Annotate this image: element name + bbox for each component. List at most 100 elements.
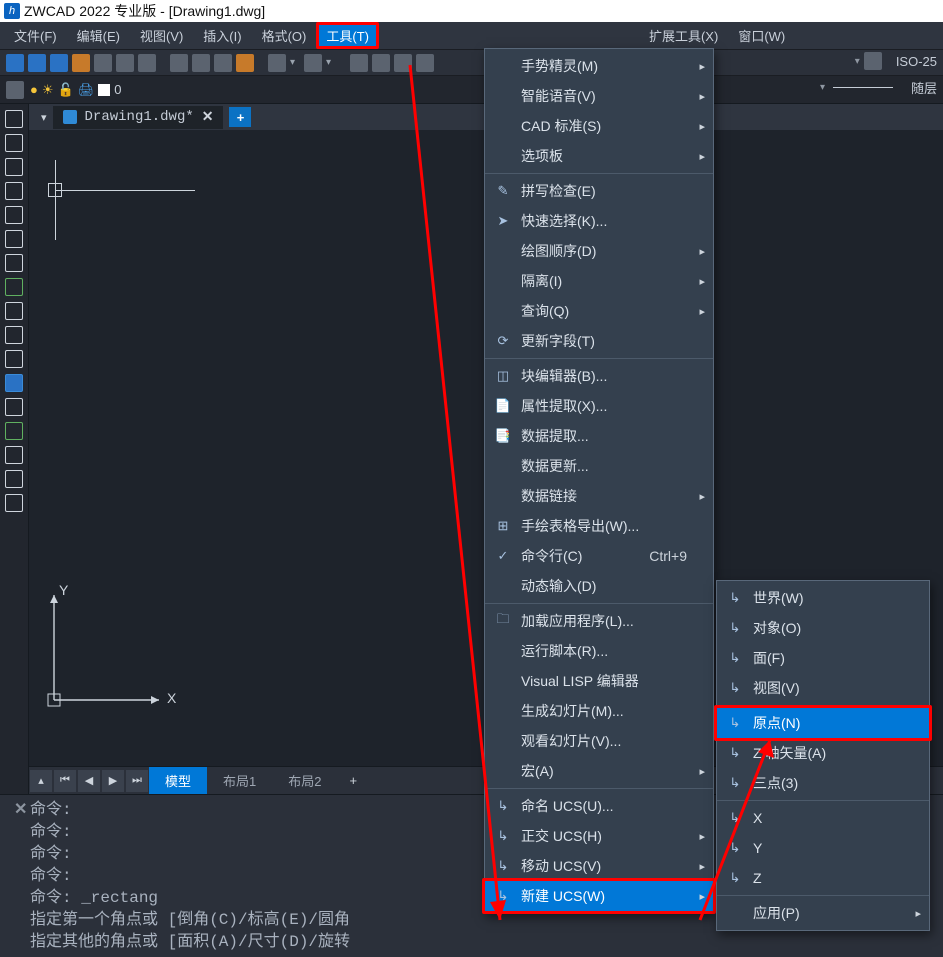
zoomwin-icon[interactable]: [394, 54, 412, 72]
zoom-icon[interactable]: [372, 54, 390, 72]
mi-ucs-face[interactable]: ↳面(F): [717, 643, 929, 673]
redo-dropdown-icon[interactable]: ▾: [326, 57, 336, 68]
mi-namedUCS[interactable]: ↳命名 UCS(U)...: [485, 791, 713, 821]
mi-ucs-origin[interactable]: ↳原点(N): [717, 708, 929, 738]
mi-draworder[interactable]: 绘图顺序(D)▸: [485, 236, 713, 266]
point-icon[interactable]: [5, 398, 23, 416]
matchprop-icon[interactable]: [236, 54, 254, 72]
mi-ucs-three[interactable]: ↳三点(3): [717, 768, 929, 798]
close-tab-icon[interactable]: ✕: [202, 109, 214, 126]
mi-loadapp[interactable]: 🗀加载应用程序(L)...: [485, 606, 713, 636]
mi-attrext[interactable]: 📄属性提取(X)...: [485, 391, 713, 421]
grid-icon[interactable]: [5, 494, 23, 512]
pan-icon[interactable]: [350, 54, 368, 72]
preview-icon[interactable]: [116, 54, 134, 72]
mi-tableexport[interactable]: ⊞手绘表格导出(W)...: [485, 511, 713, 541]
ellipsearc-icon[interactable]: [5, 326, 23, 344]
mi-ucs-world[interactable]: ↳世界(W): [717, 583, 929, 613]
mi-vlisp[interactable]: Visual LISP 编辑器: [485, 666, 713, 696]
mi-updatefield[interactable]: ⟳更新字段(T): [485, 326, 713, 356]
undo-icon[interactable]: [268, 54, 286, 72]
sheet-nav-minimize[interactable]: ▴: [30, 770, 52, 792]
menu-tools[interactable]: 工具(T): [316, 22, 379, 49]
ellipse-icon[interactable]: [5, 254, 23, 272]
mi-macro[interactable]: 宏(A)▸: [485, 756, 713, 786]
line-icon[interactable]: [5, 110, 23, 128]
mi-cadstd[interactable]: CAD 标准(S)▸: [485, 111, 713, 141]
mi-dyninput[interactable]: 动态输入(D): [485, 571, 713, 601]
mi-dataupd[interactable]: 数据更新...: [485, 451, 713, 481]
cmd-close-icon[interactable]: ✕: [14, 799, 27, 819]
redo-icon[interactable]: [304, 54, 322, 72]
publish-icon[interactable]: [138, 54, 156, 72]
saveas-icon[interactable]: [72, 54, 90, 72]
mi-ucs-object[interactable]: ↳对象(O): [717, 613, 929, 643]
copy-icon[interactable]: [192, 54, 210, 72]
document-tab[interactable]: Drawing1.dwg* ✕: [53, 106, 224, 129]
mi-moveUCS[interactable]: ↳移动 UCS(V)▸: [485, 851, 713, 881]
spline-icon[interactable]: [5, 302, 23, 320]
mi-newUCS[interactable]: ↳新建 UCS(W)▸: [485, 881, 713, 911]
mi-palettes[interactable]: 选项板▸: [485, 141, 713, 171]
cut-icon[interactable]: [170, 54, 188, 72]
menu-edit[interactable]: 编辑(E): [67, 22, 130, 49]
mi-runscript[interactable]: 运行脚本(R)...: [485, 636, 713, 666]
mi-isolate[interactable]: 隔离(I)▸: [485, 266, 713, 296]
mi-viewslide[interactable]: 观看幻灯片(V)...: [485, 726, 713, 756]
menu-extend[interactable]: 扩展工具(X): [639, 22, 728, 49]
table-icon[interactable]: [5, 446, 23, 464]
sheet-nav-last[interactable]: ⏭: [126, 770, 148, 792]
mi-ucs-apply[interactable]: 应用(P)▸: [717, 898, 929, 928]
zoomprev-icon[interactable]: [416, 54, 434, 72]
new-icon[interactable]: [6, 54, 24, 72]
circle-icon[interactable]: [5, 158, 23, 176]
undo-dropdown-icon[interactable]: ▾: [290, 57, 300, 68]
print-icon[interactable]: [94, 54, 112, 72]
polygon-icon[interactable]: [5, 182, 23, 200]
new-tab-button[interactable]: +: [229, 107, 251, 127]
sheet-tab-model[interactable]: 模型: [149, 767, 207, 794]
sheet-nav-first[interactable]: ⏮: [54, 770, 76, 792]
hatch-icon[interactable]: [5, 374, 23, 392]
dimstyle-dropdown[interactable]: ▾ ISO-25: [855, 52, 937, 70]
sheet-nav-next[interactable]: ▶: [102, 770, 124, 792]
mi-spell[interactable]: ✎拼写检查(E): [485, 176, 713, 206]
polyline-icon[interactable]: [5, 134, 23, 152]
mi-ucs-zaxis[interactable]: ↳Z 轴矢量(A): [717, 738, 929, 768]
layer-manager-icon[interactable]: [6, 81, 24, 99]
menu-window[interactable]: 窗口(W): [728, 22, 795, 49]
mtext-icon[interactable]: [5, 470, 23, 488]
block-icon[interactable]: [5, 350, 23, 368]
paste-icon[interactable]: [214, 54, 232, 72]
menu-view[interactable]: 视图(V): [130, 22, 193, 49]
mi-mkslide[interactable]: 生成幻灯片(M)...: [485, 696, 713, 726]
revcloud-icon[interactable]: [5, 278, 23, 296]
region-icon[interactable]: [5, 422, 23, 440]
mi-ucs-view[interactable]: ↳视图(V): [717, 673, 929, 703]
mi-blockedit[interactable]: ◫块编辑器(B)...: [485, 361, 713, 391]
mi-dataext[interactable]: 📑数据提取...: [485, 421, 713, 451]
menu-format[interactable]: 格式(O): [252, 22, 317, 49]
sheet-tab-layout1[interactable]: 布局1: [207, 767, 272, 794]
layer-dropdown[interactable]: ● ☀ 🔓 🖨 0: [30, 82, 121, 98]
mi-datalink[interactable]: 数据链接▸: [485, 481, 713, 511]
sheet-tab-layout2[interactable]: 布局2: [272, 767, 337, 794]
linetype-dropdown[interactable]: ▾ 随层: [820, 78, 937, 97]
menu-insert[interactable]: 插入(I): [193, 22, 251, 49]
save-icon[interactable]: [50, 54, 68, 72]
mi-ucs-z[interactable]: ↳Z: [717, 863, 929, 893]
mi-voice[interactable]: 智能语音(V)▸: [485, 81, 713, 111]
mi-inquiry[interactable]: 查询(Q)▸: [485, 296, 713, 326]
mi-ucs-y[interactable]: ↳Y: [717, 833, 929, 863]
open-icon[interactable]: [28, 54, 46, 72]
mi-qselect[interactable]: ➤快速选择(K)...: [485, 206, 713, 236]
tab-dropdown-icon[interactable]: ▾: [35, 111, 53, 124]
menu-file[interactable]: 文件(F): [4, 22, 67, 49]
mi-orthoUCS[interactable]: ↳正交 UCS(H)▸: [485, 821, 713, 851]
add-layout-button[interactable]: +: [337, 769, 369, 792]
mi-ucs-x[interactable]: ↳X: [717, 803, 929, 833]
mi-gesture[interactable]: 手势精灵(M)▸: [485, 51, 713, 81]
rectangle-icon[interactable]: [5, 206, 23, 224]
sheet-nav-prev[interactable]: ◀: [78, 770, 100, 792]
arc-icon[interactable]: [5, 230, 23, 248]
